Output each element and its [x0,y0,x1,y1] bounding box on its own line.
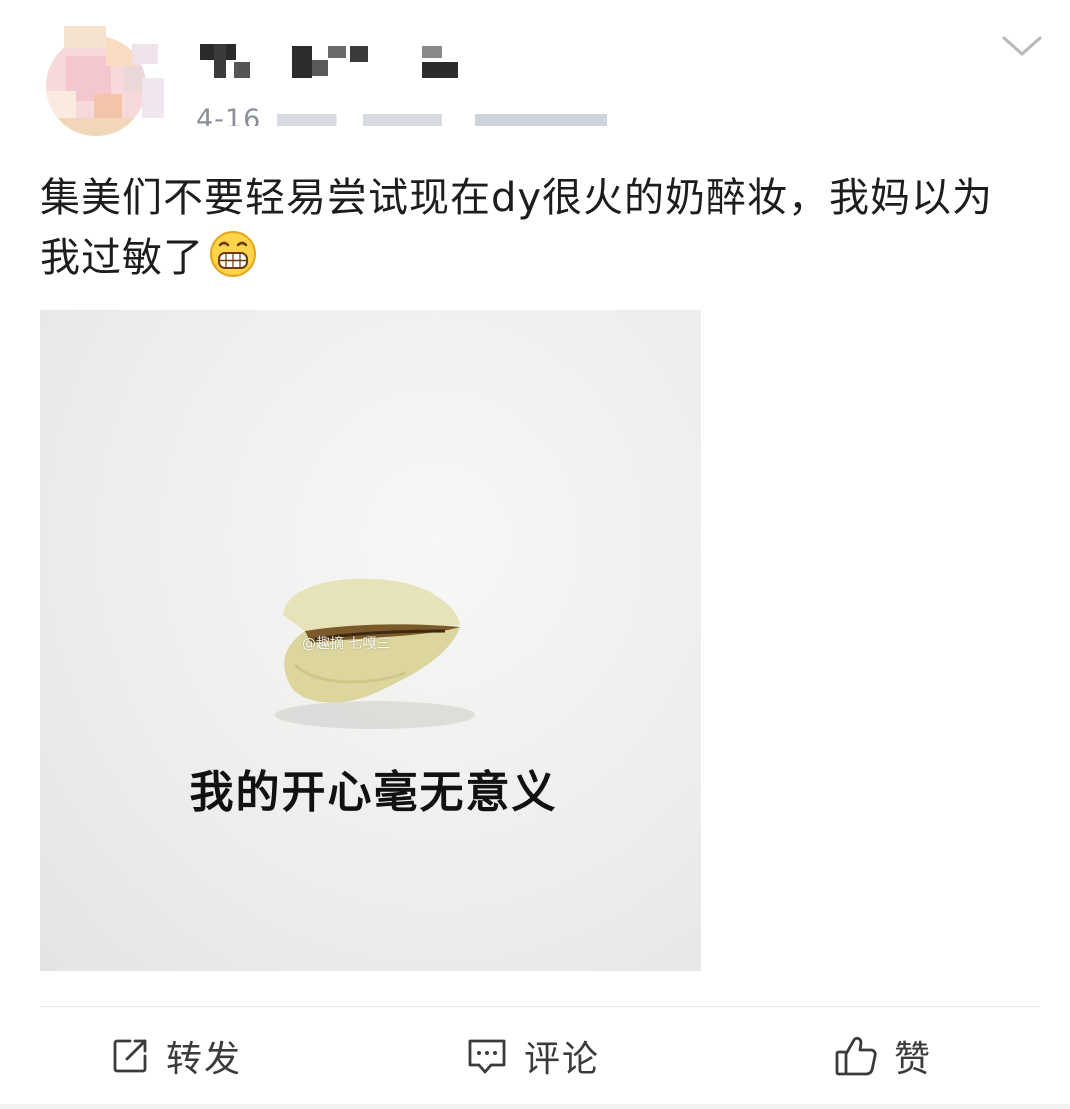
comment-icon [468,1039,506,1074]
repost-label: 转发 [166,1039,243,1080]
chevron-down-icon[interactable] [1000,30,1044,60]
grinning-face-emoji-icon [208,229,258,279]
repost-button[interactable]: 转发 [110,1028,242,1084]
action-bar-divider [40,1006,1040,1007]
comment-label: 评论 [524,1039,601,1080]
thumbs-up-icon [835,1036,877,1076]
post-image[interactable]: @趣摘 七嘎三 我的开心毫无意义 [40,310,701,971]
post-meta: 4-16 [196,100,608,126]
avatar[interactable] [36,26,166,136]
post-date: 4-16 [196,104,262,126]
action-bar: 转发 评论 赞 [0,1028,1070,1084]
meme-caption: 我的开心毫无意义 [189,767,558,818]
like-button[interactable]: 赞 [834,1028,932,1084]
source-redacted [277,113,608,126]
comment-button[interactable]: 评论 [466,1028,600,1084]
post-text: 集美们不要轻易尝试现在dy很火的奶醉妆，我妈以为我过敏了 [40,168,1020,288]
bottom-separator [0,1104,1070,1109]
repost-icon [113,1039,147,1073]
image-watermark: @趣摘 七嘎三 [302,636,391,652]
username-redacted[interactable] [200,42,470,82]
like-label: 赞 [894,1039,933,1080]
post-body: 集美们不要轻易尝试现在dy很火的奶醉妆，我妈以为我过敏了 [40,175,994,281]
